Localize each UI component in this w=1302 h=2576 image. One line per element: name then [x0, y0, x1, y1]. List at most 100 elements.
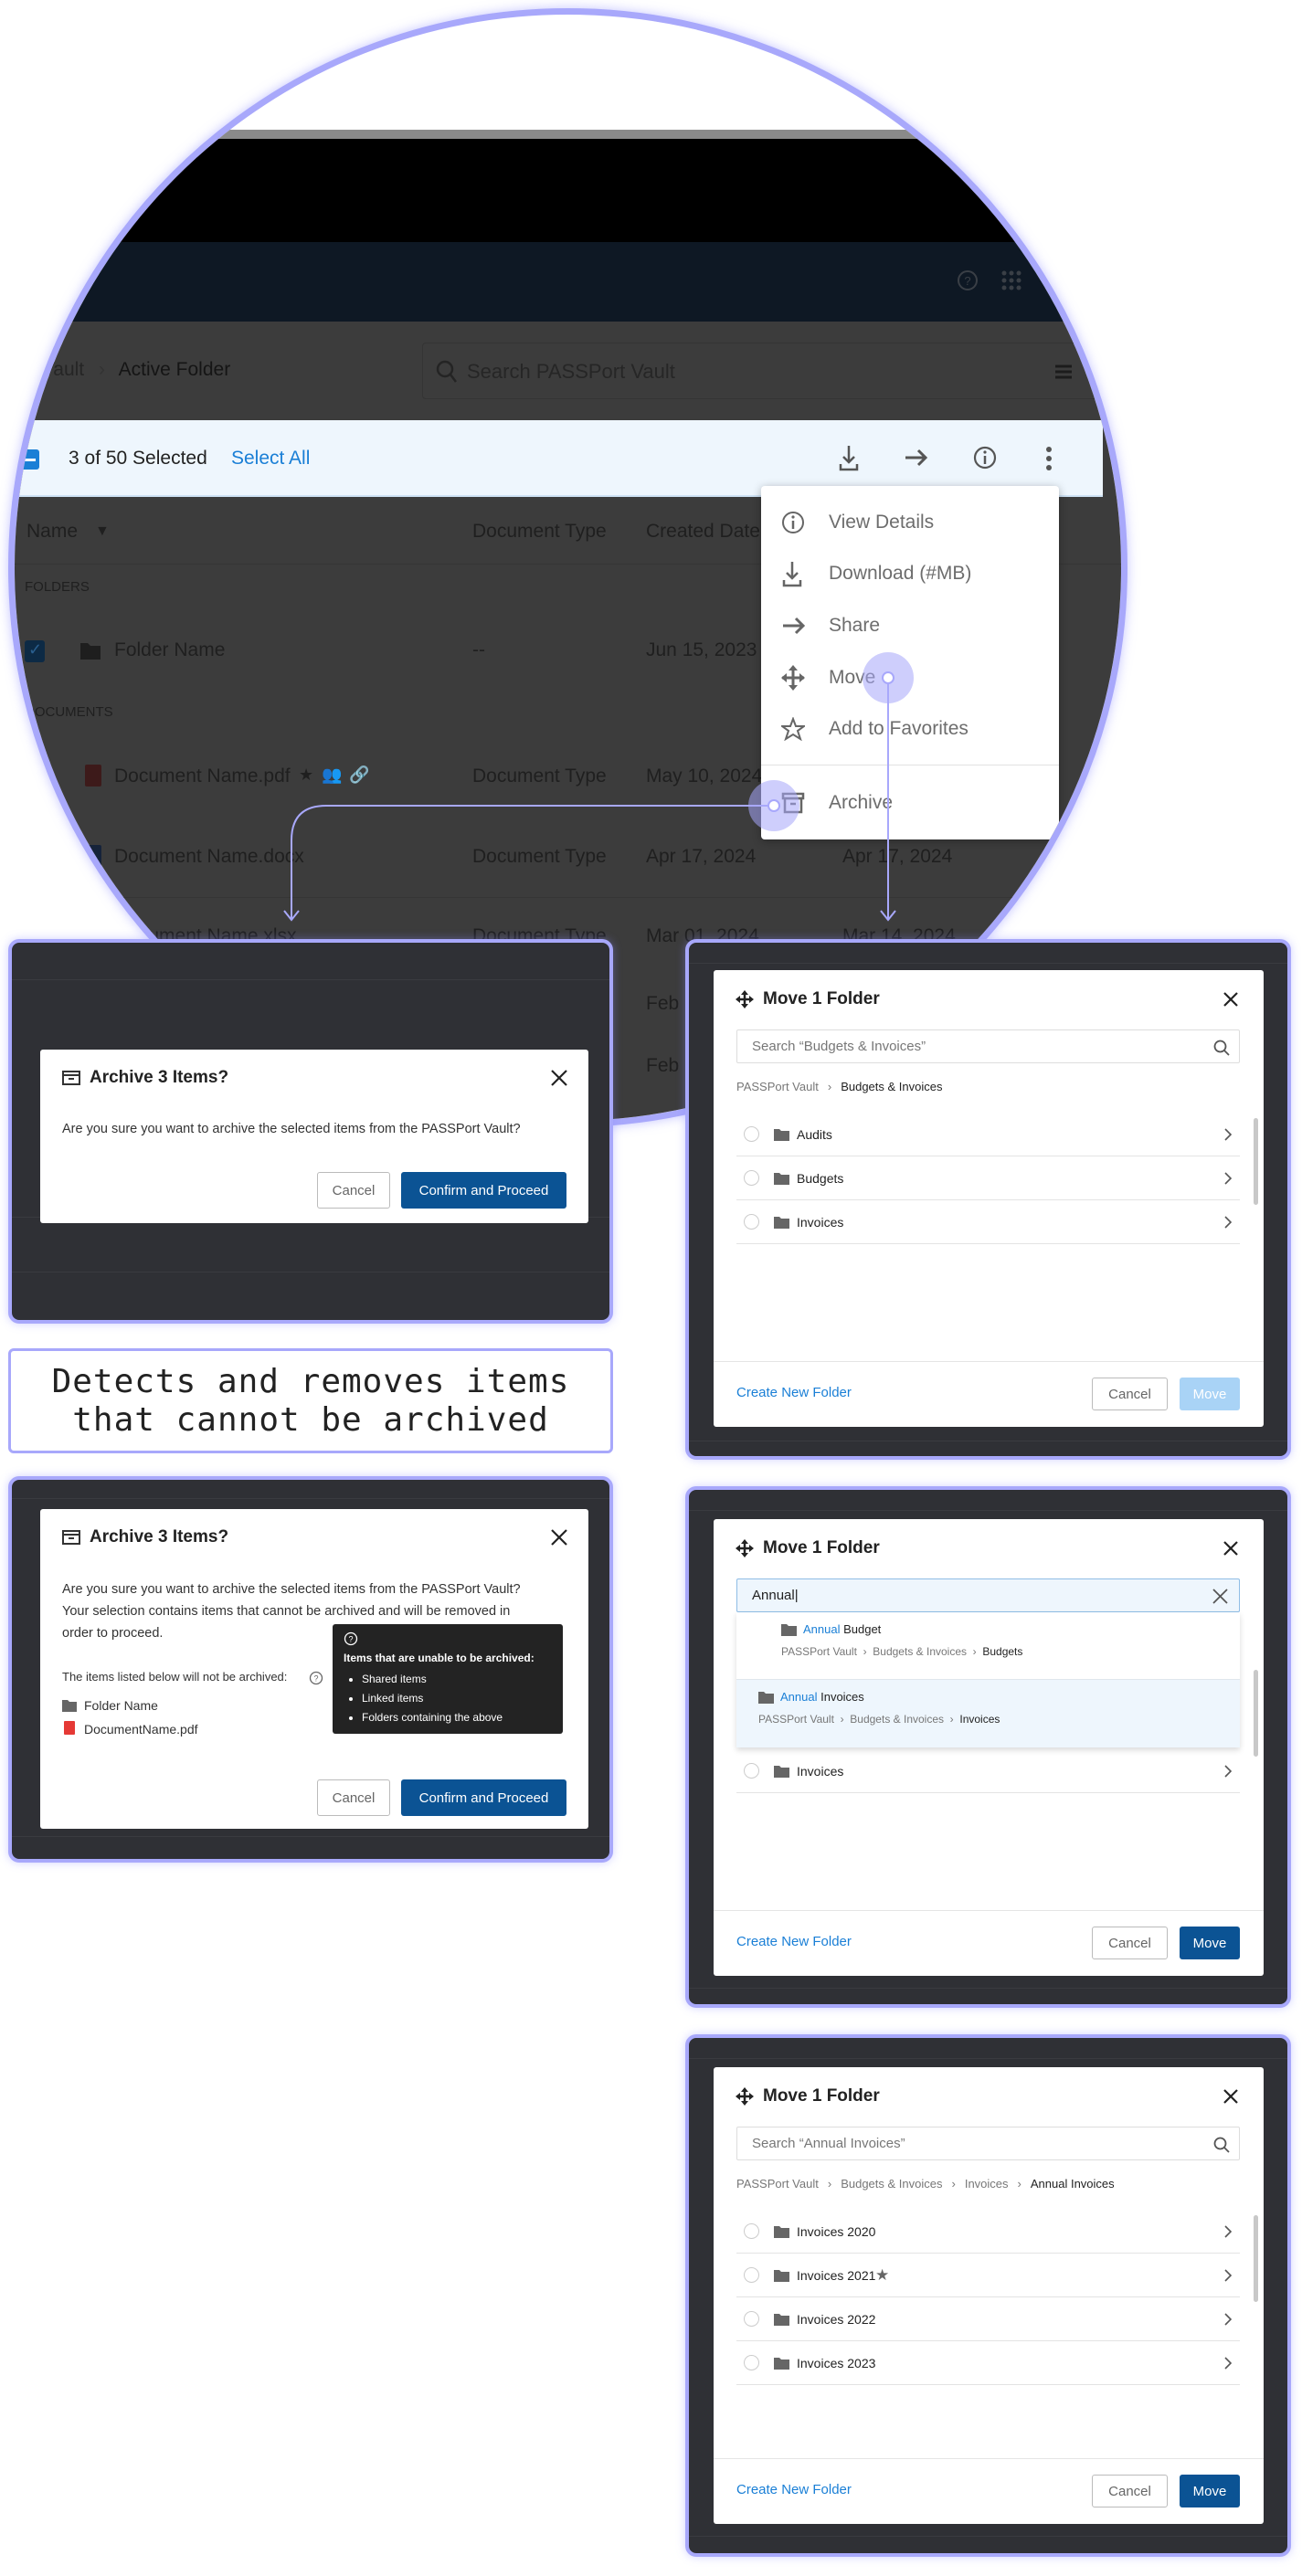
search-icon — [1213, 1040, 1230, 1056]
close-icon[interactable] — [1223, 1540, 1239, 1557]
search-result-hovered[interactable]: Annual Invoices PASSPort Vault › Budgets… — [736, 1679, 1240, 1747]
cancel-button[interactable]: Cancel — [317, 1172, 390, 1209]
folder-search-input[interactable]: Annual| — [736, 1578, 1240, 1612]
breadcrumb-item[interactable]: Budgets & Invoices — [841, 2177, 942, 2191]
result-name: Budget — [840, 1622, 882, 1636]
chevron-right-icon[interactable] — [1223, 1127, 1233, 1142]
tooltip-item: Shared items — [362, 1670, 503, 1689]
tooltip-item: Linked items — [362, 1689, 503, 1708]
close-icon[interactable] — [1223, 991, 1239, 1008]
result-path: PASSPort Vault › Budgets & Invoices › Bu… — [781, 1645, 1023, 1658]
dialog-title: Move 1 Folder — [763, 1538, 880, 1557]
search-result[interactable]: Annual Budget PASSPort Vault › Budgets &… — [759, 1621, 1216, 1664]
breadcrumb-current: Budgets & Invoices — [841, 1080, 943, 1093]
folder-name: Audits — [797, 1126, 832, 1142]
create-new-folder-link[interactable]: Create New Folder — [736, 1934, 852, 1949]
folder-icon — [774, 1172, 789, 1185]
radio-button[interactable] — [744, 2355, 759, 2370]
archive-icon — [62, 1071, 80, 1085]
svg-text:?: ? — [348, 1635, 353, 1644]
archive-dialog: Archive 3 Items? Are you sure you want t… — [40, 1050, 588, 1223]
search-icon — [1213, 2137, 1230, 2153]
create-new-folder-link[interactable]: Create New Folder — [736, 2482, 852, 2497]
footer-divider — [714, 2458, 1264, 2459]
breadcrumb-item[interactable]: PASSPort Vault — [736, 1080, 819, 1093]
radio-button[interactable] — [744, 1126, 759, 1142]
clear-icon[interactable] — [1212, 1589, 1228, 1604]
move-panel-browse: Move 1 Folder Search “Budgets & Invoices… — [685, 939, 1291, 1460]
footer-divider — [714, 1910, 1264, 1911]
folder-row[interactable]: Invoices — [736, 1749, 1240, 1793]
result-match: Annual — [803, 1622, 841, 1636]
close-icon[interactable] — [1223, 2088, 1239, 2105]
dialog-message: Are you sure you want to archive the sel… — [62, 1122, 521, 1136]
archive-icon — [62, 1530, 80, 1545]
radio-button[interactable] — [744, 2311, 759, 2327]
cancel-button[interactable]: Cancel — [1092, 1378, 1168, 1410]
cancel-button[interactable]: Cancel — [1092, 2475, 1168, 2507]
radio-button[interactable] — [744, 1763, 759, 1779]
close-icon[interactable] — [550, 1528, 568, 1547]
cancel-button[interactable]: Cancel — [1092, 1927, 1168, 1959]
chevron-right-icon[interactable] — [1223, 1764, 1233, 1779]
breadcrumb: PASSPort Vault › Budgets & Invoices — [736, 1080, 942, 1093]
radio-button[interactable] — [744, 1214, 759, 1230]
folder-name: Invoices 2021 — [797, 2267, 876, 2283]
folder-row[interactable]: Budgets — [736, 1156, 1240, 1200]
chevron-right-icon[interactable] — [1223, 1171, 1233, 1186]
folder-row[interactable]: Invoices 2020 — [736, 2210, 1240, 2254]
archive-confirm-panel: Archive 3 Items? Are you sure you want t… — [8, 939, 613, 1324]
chevron-right-icon[interactable] — [1223, 1215, 1233, 1230]
tooltip-list: Shared items Linked items Folders contai… — [362, 1670, 503, 1727]
folder-search-input[interactable]: Search “Annual Invoices” — [736, 2127, 1240, 2160]
breadcrumb-item[interactable]: Invoices — [965, 2177, 1009, 2191]
chevron-right-icon[interactable] — [1223, 2356, 1233, 2370]
folder-row[interactable]: Invoices 2021 ★ — [736, 2254, 1240, 2297]
folder-icon — [774, 2313, 789, 2326]
tooltip-item: Folders containing the above — [362, 1708, 503, 1727]
breadcrumb-item[interactable]: PASSPort Vault — [736, 2177, 819, 2191]
chevron-right-icon[interactable] — [1223, 2312, 1233, 2327]
tooltip-title: Items that are unable to be archived: — [344, 1652, 535, 1664]
move-icon — [736, 2087, 754, 2106]
breadcrumb-separator: › — [827, 1080, 832, 1093]
folder-name: Invoices — [797, 1214, 844, 1230]
radio-button[interactable] — [744, 2223, 759, 2239]
move-button-disabled[interactable]: Move — [1180, 1378, 1240, 1410]
confirm-proceed-button[interactable]: Confirm and Proceed — [401, 1172, 566, 1209]
confirm-proceed-button[interactable]: Confirm and Proceed — [401, 1779, 566, 1816]
chevron-right-icon[interactable] — [1223, 2268, 1233, 2283]
scrollbar[interactable] — [1254, 1670, 1258, 1757]
favorite-star-icon: ★ — [875, 2265, 890, 2284]
folder-row[interactable]: Invoices 2022 — [736, 2297, 1240, 2341]
tooltip: ? Items that are unable to be archived: … — [333, 1624, 563, 1734]
move-panel-search: Move 1 Folder Annual| Annual Budget PASS… — [685, 1486, 1291, 2008]
create-new-folder-link[interactable]: Create New Folder — [736, 1385, 852, 1400]
dialog-message-line-3: order to proceed. — [62, 1626, 164, 1641]
folder-name: Invoices 2023 — [797, 2355, 876, 2370]
move-button[interactable]: Move — [1180, 1927, 1240, 1959]
chevron-right-icon[interactable] — [1223, 2224, 1233, 2239]
scrollbar[interactable] — [1254, 1118, 1258, 1205]
folder-row[interactable]: Invoices — [736, 1200, 1240, 1244]
search-placeholder: Search “Budgets & Invoices” — [752, 1039, 926, 1054]
scrollbar[interactable] — [1254, 2215, 1258, 2302]
cancel-button[interactable]: Cancel — [317, 1779, 390, 1816]
close-icon[interactable] — [550, 1069, 568, 1087]
move-button[interactable]: Move — [1180, 2475, 1240, 2507]
dialog-title: Archive 3 Items? — [90, 1527, 229, 1547]
folder-row[interactable]: Audits — [736, 1113, 1240, 1156]
folder-icon — [774, 1765, 789, 1778]
help-circle-icon: ? — [344, 1631, 358, 1646]
folder-search-input[interactable]: Search “Budgets & Invoices” — [736, 1029, 1240, 1063]
excluded-item: Folder Name — [84, 1698, 158, 1713]
folder-icon — [62, 1700, 77, 1712]
help-circle-icon[interactable]: ? — [309, 1671, 323, 1685]
radio-button[interactable] — [744, 1170, 759, 1186]
radio-button[interactable] — [744, 2267, 759, 2283]
archive-dialog: Archive 3 Items? Are you sure you want t… — [40, 1509, 588, 1829]
folder-row[interactable]: Invoices 2023 — [736, 2341, 1240, 2385]
folder-name: Invoices 2022 — [797, 2311, 876, 2327]
search-results-dropdown: Annual Budget PASSPort Vault › Budgets &… — [736, 1612, 1240, 1747]
folder-name: Invoices — [797, 1763, 844, 1779]
